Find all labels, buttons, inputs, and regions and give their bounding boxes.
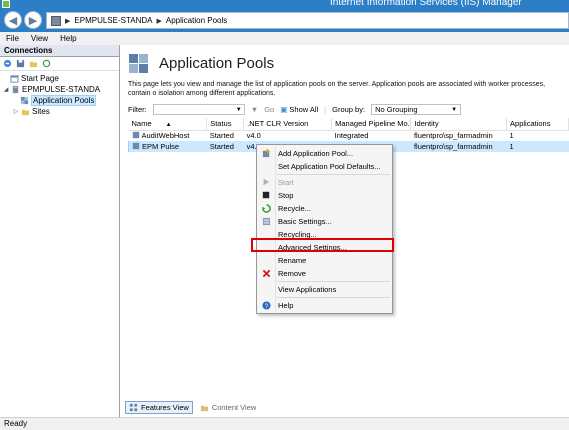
menu-separator xyxy=(277,281,390,282)
connections-header: Connections xyxy=(0,45,119,57)
chevron-right-icon: ▶ xyxy=(65,17,71,25)
toolbar-separator: | xyxy=(324,105,327,114)
expand-icon[interactable]: ▷ xyxy=(13,108,19,115)
dropdown-arrow-icon: ▼ xyxy=(451,106,458,113)
col-name[interactable]: Name ▲ xyxy=(128,118,208,131)
app-pool-row-icon xyxy=(132,142,140,150)
iis-app-icon xyxy=(2,0,10,8)
col-identity[interactable]: Identity xyxy=(410,118,508,131)
table-row[interactable]: AuditWebHost Started v4.0 Integrated flu… xyxy=(129,130,569,141)
status-bar: Ready xyxy=(0,417,569,430)
back-button[interactable]: ◀ xyxy=(4,11,22,29)
funnel-icon: ▼ xyxy=(250,105,259,114)
show-all-button[interactable]: ▣ Show All xyxy=(280,105,318,114)
menu-item-rename[interactable]: Rename xyxy=(258,254,391,266)
table-header-row: Name ▲ Status .NET CLR Version Managed P… xyxy=(128,118,569,131)
refresh-connections-icon[interactable] xyxy=(42,59,51,68)
forward-button[interactable]: ▶ xyxy=(24,11,42,29)
features-view-tab[interactable]: Features View xyxy=(125,401,193,414)
menu-item-recycle[interactable]: Recycle... xyxy=(258,202,391,214)
content-view-tab[interactable]: Content View xyxy=(197,402,259,413)
menu-item-view-applications[interactable]: View Applications xyxy=(258,283,391,295)
breadcrumb-page[interactable]: Application Pools xyxy=(166,16,227,25)
page-header: Application Pools xyxy=(127,51,274,75)
menu-help[interactable]: Help xyxy=(54,34,82,43)
basic-settings-icon xyxy=(262,217,270,225)
col-applications[interactable]: Applications xyxy=(506,118,569,131)
sites-folder-icon xyxy=(21,109,30,116)
connections-toolbar xyxy=(0,57,119,71)
breadcrumb[interactable]: ▶ EPMPULSE-STANDA ▶ Application Pools xyxy=(46,12,569,29)
annotation-highlight-box xyxy=(251,238,394,252)
col-status[interactable]: Status xyxy=(206,118,245,131)
folder-icon[interactable] xyxy=(29,59,38,68)
menu-view[interactable]: View xyxy=(25,34,54,43)
col-clr-version[interactable]: .NET CLR Version xyxy=(243,118,333,131)
remove-icon xyxy=(262,269,270,277)
collapse-icon[interactable]: ◢ xyxy=(3,86,9,93)
breadcrumb-server[interactable]: EPMPULSE-STANDA xyxy=(74,16,152,25)
app-pool-row-icon xyxy=(132,132,139,139)
view-tabs: Features View Content View xyxy=(121,401,259,414)
connections-tree: Start Page ◢ EPMPULSE-STANDA Application… xyxy=(0,71,119,117)
filter-label: Filter: xyxy=(128,105,147,114)
sort-ascending-icon: ▲ xyxy=(165,122,172,129)
save-icon[interactable] xyxy=(16,59,25,68)
application-pools-icon xyxy=(129,54,148,73)
tree-item-application-pools[interactable]: Application Pools xyxy=(0,95,119,106)
features-view-icon xyxy=(129,403,138,412)
menu-item-set-defaults[interactable]: Set Application Pool Defaults... xyxy=(258,160,391,172)
menu-item-stop[interactable]: Stop xyxy=(258,189,391,201)
menu-bar: File View Help xyxy=(0,32,569,45)
start-icon xyxy=(263,178,270,186)
server-icon xyxy=(51,15,61,26)
app-pools-icon xyxy=(20,96,29,105)
menu-item-start: Start xyxy=(258,176,391,188)
connect-icon[interactable] xyxy=(3,59,12,68)
filter-bar: Filter: ▼ ▼ Go ▣ Show All | Group by: No… xyxy=(128,103,569,116)
group-by-label: Group by: xyxy=(332,105,366,114)
server-node-icon xyxy=(12,85,19,94)
tree-item-start-page[interactable]: Start Page xyxy=(0,73,119,84)
menu-item-help[interactable]: ? Help xyxy=(258,299,391,311)
content-view-icon xyxy=(200,405,208,412)
menu-item-basic-settings[interactable]: Basic Settings... xyxy=(258,215,391,227)
filter-input[interactable]: ▼ xyxy=(152,104,245,115)
page-description: This page lets you view and manage the l… xyxy=(128,81,546,97)
help-icon: ? xyxy=(261,300,271,310)
col-pipeline-mode[interactable]: Managed Pipeline Mo... xyxy=(331,118,412,131)
tree-item-sites[interactable]: ▷ Sites xyxy=(0,106,119,117)
context-menu: Add Application Pool... Set Application … xyxy=(256,144,393,314)
tree-item-server[interactable]: ◢ EPMPULSE-STANDA xyxy=(0,84,119,95)
menu-item-remove[interactable]: Remove xyxy=(258,267,391,279)
stop-icon xyxy=(262,191,270,199)
start-page-icon xyxy=(10,75,19,83)
connections-pane: Connections Start Page ◢ EPMPULSE-STANDA… xyxy=(0,45,120,417)
chevron-right-icon: ▶ xyxy=(156,17,162,25)
page-title: Application Pools xyxy=(159,54,275,72)
menu-file[interactable]: File xyxy=(0,34,25,43)
recycle-icon xyxy=(261,203,271,213)
svg-text:?: ? xyxy=(264,303,268,310)
title-bar: Internet Information Services (IIS) Mana… xyxy=(0,0,569,8)
add-pool-icon xyxy=(262,148,270,157)
go-button[interactable]: Go xyxy=(264,105,274,114)
menu-item-add-application-pool[interactable]: Add Application Pool... xyxy=(258,147,391,159)
group-by-select[interactable]: No Grouping ▼ xyxy=(371,104,462,115)
menu-separator xyxy=(277,174,390,175)
show-all-icon: ▣ xyxy=(280,105,288,114)
filter-dropdown-icon[interactable]: ▼ xyxy=(236,107,242,113)
menu-separator xyxy=(277,297,390,298)
window-title: Internet Information Services (IIS) Mana… xyxy=(330,0,522,8)
address-bar: ◀ ▶ ▶ EPMPULSE-STANDA ▶ Application Pool… xyxy=(0,8,569,32)
